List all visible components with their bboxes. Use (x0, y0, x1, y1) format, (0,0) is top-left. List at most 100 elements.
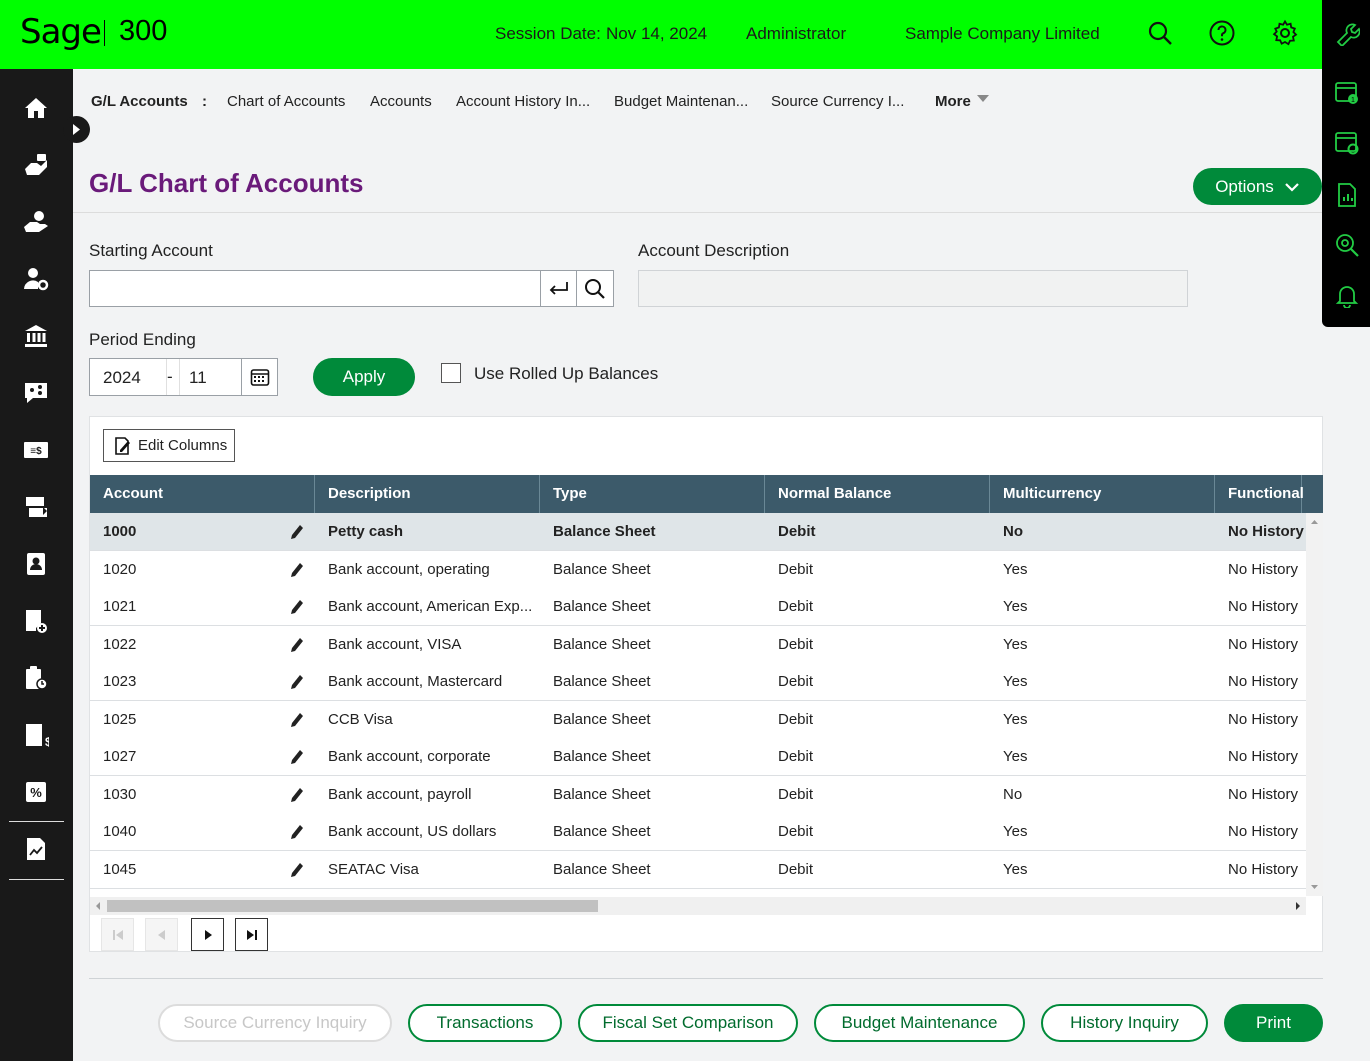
horizontal-scroll-thumb[interactable] (107, 900, 598, 912)
pencil-icon[interactable] (290, 749, 304, 765)
cell-description: Bank account, US dollars (328, 823, 497, 840)
transfer-icon[interactable] (23, 494, 49, 520)
user-settings-icon[interactable] (23, 266, 49, 292)
home-icon[interactable] (23, 95, 49, 121)
fiscal-set-comparison-button[interactable]: Fiscal Set Comparison (578, 1004, 798, 1042)
period-year-input[interactable]: 2024 (103, 368, 141, 388)
breadcrumb-more[interactable]: More (935, 93, 990, 110)
percent-icon[interactable]: % (23, 779, 49, 805)
column-header-type[interactable]: Type (540, 475, 765, 513)
edit-columns-button[interactable]: Edit Columns (103, 429, 235, 462)
pencil-icon[interactable] (290, 637, 304, 653)
rolled-up-checkbox[interactable] (441, 363, 461, 383)
previous-page-button[interactable] (145, 918, 178, 951)
handshake-icon[interactable] (23, 152, 49, 178)
last-page-button[interactable] (235, 918, 268, 951)
first-page-button[interactable] (101, 918, 134, 951)
breadcrumb-source-currency[interactable]: Source Currency I... (771, 93, 904, 110)
table-row[interactable]: 1021 Bank account, American Exp... Balance… (90, 588, 1306, 626)
column-header-account[interactable]: Account (90, 475, 315, 513)
last-page-icon (246, 929, 257, 940)
table-row[interactable]: 1045 SEATAC Visa Balance Sheet Debit Yes No H… (90, 850, 1306, 889)
document-dollar-icon[interactable]: $ (23, 722, 52, 749)
breadcrumb-module[interactable]: G/L Accounts (91, 93, 188, 110)
window-settings-icon[interactable] (1334, 130, 1360, 156)
chat-share-icon[interactable] (23, 380, 49, 406)
bank-icon[interactable] (23, 323, 49, 349)
transactions-button[interactable]: Transactions (408, 1004, 562, 1042)
table-row[interactable]: 1022 Bank account, VISA Balance Sheet Debit… (90, 625, 1306, 664)
rolled-up-label[interactable]: Use Rolled Up Balances (474, 364, 658, 384)
breadcrumb-account-history[interactable]: Account History In... (456, 93, 590, 110)
session-date-label: Session Date: (495, 24, 601, 43)
cell-multicurrency: Yes (1003, 673, 1028, 690)
breadcrumb-accounts[interactable]: Accounts (370, 93, 432, 110)
session-date[interactable]: Nov 14, 2024 (606, 24, 707, 44)
gear-icon[interactable] (1271, 19, 1299, 47)
table-row[interactable]: 1027 Bank account, corporate Balance Sheet… (90, 738, 1306, 776)
report-icon[interactable] (1334, 182, 1360, 208)
cell-functional: No History (1228, 560, 1299, 578)
pencil-icon[interactable] (290, 712, 304, 728)
enter-button[interactable] (540, 270, 577, 307)
left-sidebar: ≡$ $ % (0, 69, 73, 1061)
finder-button[interactable] (576, 270, 614, 307)
breadcrumb-budget-maintenance[interactable]: Budget Maintenan... (614, 93, 748, 110)
bell-icon[interactable] (1334, 282, 1360, 309)
sidebar-expand-button[interactable] (63, 116, 90, 143)
new-window-icon[interactable]: 1 (1334, 80, 1360, 106)
table-row[interactable]: 1030 Bank account, payroll Balance Sheet De… (90, 775, 1306, 814)
cell-functional: No History (1228, 823, 1299, 840)
pencil-icon[interactable] (290, 524, 304, 540)
help-icon[interactable] (1208, 19, 1236, 47)
history-inquiry-button[interactable]: History Inquiry (1041, 1004, 1208, 1042)
pencil-icon[interactable] (290, 862, 304, 878)
column-header-functional[interactable]: Functional (1215, 475, 1304, 513)
cell-account: 1027 (103, 748, 137, 765)
edit-document-icon (115, 436, 130, 455)
horizontal-scrollbar[interactable] (90, 897, 1306, 915)
column-header-multicurrency[interactable]: Multicurrency (990, 475, 1215, 513)
print-button[interactable]: Print (1224, 1004, 1323, 1042)
table-row[interactable]: 1000 Petty cash Balance Sheet Debit No No His… (90, 513, 1306, 551)
table-row[interactable]: 1023 Bank account, Mastercard Balance Shee… (90, 663, 1306, 701)
calendar-button[interactable] (241, 359, 278, 395)
cell-account: 1040 (103, 823, 137, 840)
pencil-icon[interactable] (290, 599, 304, 615)
vertical-scrollbar[interactable] (1306, 513, 1323, 896)
svg-text:%: % (30, 785, 42, 800)
period-month-input[interactable]: 11 (189, 368, 207, 388)
pencil-icon[interactable] (290, 787, 304, 803)
pencil-icon[interactable] (290, 824, 304, 840)
wrench-icon[interactable] (1334, 20, 1361, 48)
clipboard-clock-icon[interactable] (23, 665, 49, 691)
column-header-description[interactable]: Description (315, 475, 540, 513)
breadcrumb-chart-of-accounts[interactable]: Chart of Accounts (227, 93, 345, 110)
footer-divider (89, 978, 1323, 979)
pencil-icon[interactable] (290, 674, 304, 690)
table-row[interactable]: 1025 CCB Visa Balance Sheet Debit Yes No Hist… (90, 700, 1306, 739)
pencil-icon[interactable] (290, 562, 304, 578)
sage-logo: Sage (20, 12, 102, 52)
title-divider (73, 212, 1322, 213)
search-icon[interactable] (1146, 19, 1174, 47)
options-button[interactable]: Options (1193, 168, 1322, 205)
cell-functional: No History (1228, 748, 1299, 765)
table-row[interactable]: 1020 Bank account, operating Balance Sheet… (90, 550, 1306, 589)
user-name[interactable]: Administrator (746, 24, 846, 44)
invoice-add-icon[interactable] (23, 608, 49, 634)
hand-coin-icon[interactable] (23, 209, 49, 235)
company-name[interactable]: Sample Company Limited (905, 24, 1100, 44)
starting-account-input[interactable] (89, 270, 541, 307)
budget-maintenance-button[interactable]: Budget Maintenance (814, 1004, 1025, 1042)
table-row[interactable]: 1040 Bank account, US dollars Balance Shee… (90, 813, 1306, 851)
apply-button[interactable]: Apply (313, 358, 415, 396)
contact-card-icon[interactable] (23, 551, 49, 577)
ledger-icon[interactable]: ≡$ (23, 437, 49, 463)
source-currency-inquiry-button[interactable]: Source Currency Inquiry (158, 1004, 392, 1042)
inquiry-icon[interactable] (1334, 232, 1360, 258)
column-header-normal-balance[interactable]: Normal Balance (765, 475, 990, 513)
cell-description: Bank account, corporate (328, 748, 491, 765)
next-page-button[interactable] (191, 918, 224, 951)
report-chart-icon[interactable] (23, 836, 49, 862)
